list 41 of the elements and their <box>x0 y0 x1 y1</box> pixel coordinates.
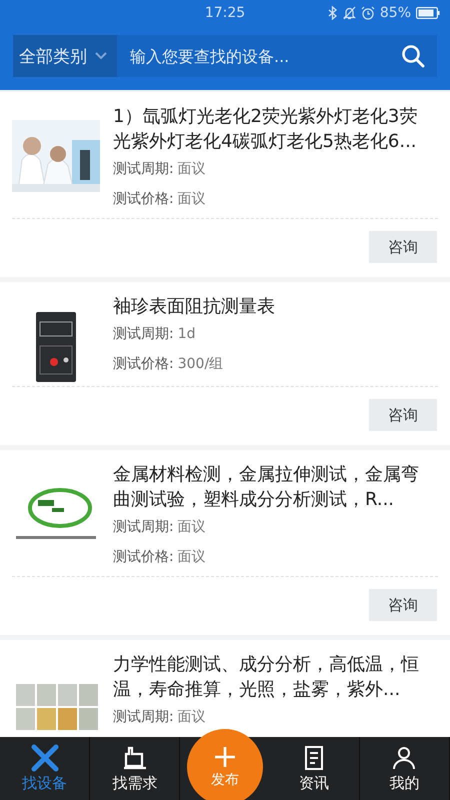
status-time: 17:25 <box>204 5 246 21</box>
category-dropdown[interactable]: 全部类别 <box>13 35 117 77</box>
listing-title: 袖珍表面阻抗测量表 <box>113 295 276 319</box>
nav-tab[interactable]: 资讯 <box>270 737 360 800</box>
meta-label: 测试价格: <box>113 356 174 372</box>
consult-button[interactable]: 咨询 <box>369 399 437 431</box>
search-field[interactable]: 输入您要查找的设备... <box>117 35 393 77</box>
meta-value: 300/组 <box>178 356 224 372</box>
meta-label: 测试周期: <box>113 709 174 725</box>
bluetooth-icon <box>328 6 338 20</box>
listing-card[interactable]: 1）氙弧灯光老化2荧光紫外灯老化3荧光紫外灯老化4碳弧灯老化5热老化6... 测试周期: 面议 测试价格: 面议 咨询 <box>0 92 450 277</box>
plus-icon <box>214 746 236 768</box>
search-icon <box>401 44 425 68</box>
search-button[interactable] <box>393 35 437 77</box>
battery-percent: 85% <box>380 5 411 21</box>
meta-value: 面议 <box>178 709 206 725</box>
bell-off-icon <box>342 6 356 20</box>
listing-title: 金属材料检测，金属拉伸测试，金属弯曲测试验，塑料成分分析测试，R... <box>113 463 420 512</box>
meta-label: 测试价格: <box>113 191 174 207</box>
chevron-down-icon <box>95 52 107 60</box>
listing-card[interactable]: 力学性能测试、成分分析，高低温，恒温，寿命推算，光照，盐雾，紫外... 测试周期: 面议 <box>0 640 450 737</box>
listing-title: 力学性能测试、成分分析，高低温，恒温，寿命推算，光照，盐雾，紫外... <box>113 653 420 702</box>
meta-label: 测试周期: <box>113 161 174 177</box>
meta-value: 面议 <box>178 549 206 565</box>
alarm-icon <box>360 6 375 20</box>
nav-tab[interactable]: 找设备 <box>0 737 90 800</box>
meta-value: 面议 <box>178 191 206 207</box>
consult-button[interactable]: 咨询 <box>369 589 437 621</box>
listing-title: 1）氙弧灯光老化2荧光紫外灯老化3荧光紫外灯老化4碳弧灯老化5热老化6... <box>113 105 418 154</box>
meta-label: 测试周期: <box>113 326 174 342</box>
meta-value: 1d <box>178 326 196 342</box>
nav-tab[interactable]: 找需求 <box>90 737 180 800</box>
meta-label: 测试周期: <box>113 519 174 535</box>
listing-card[interactable]: 金属材料检测，金属拉伸测试，金属弯曲测试验，塑料成分分析测试，R... 测试周期: 面议 测试价格: 面议 咨询 <box>0 450 450 635</box>
meta-value: 面议 <box>178 161 206 177</box>
meta-value: 面议 <box>178 519 206 535</box>
consult-button[interactable]: 咨询 <box>369 231 437 263</box>
nav-tab[interactable]: 我的 <box>360 737 450 800</box>
battery-icon <box>416 7 440 19</box>
meta-label: 测试价格: <box>113 549 174 565</box>
listing-card[interactable]: 袖珍表面阻抗测量表 测试周期: 1d 测试价格: 300/组 咨询 <box>0 282 450 445</box>
